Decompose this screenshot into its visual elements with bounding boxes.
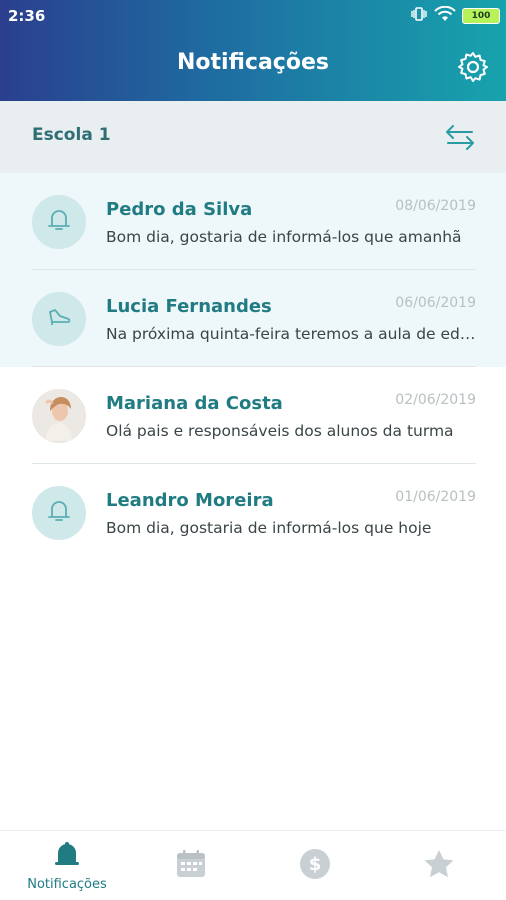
tab-notifications[interactable]: Notificações [4, 831, 130, 900]
calendar-icon [175, 849, 207, 883]
avatar [32, 486, 86, 540]
sender-name: Lucia Fernandes [106, 296, 272, 317]
battery-indicator: 100 [462, 8, 500, 24]
notification-preview: Olá pais e responsáveis dos alunos da tu… [106, 422, 454, 440]
sender-name: Pedro da Silva [106, 199, 253, 220]
vibrate-icon [410, 6, 428, 26]
notification-date: 01/06/2019 [395, 489, 476, 505]
bell-outline-icon [46, 209, 72, 235]
notification-item[interactable]: Lucia Fernandes 06/06/2019 Na próxima qu… [0, 270, 506, 367]
bottom-nav: Notificações $ [0, 830, 506, 900]
gear-icon [456, 52, 490, 88]
svg-text:$: $ [309, 854, 322, 875]
bell-outline-icon [46, 500, 72, 526]
avatar [32, 292, 86, 346]
notification-list: Pedro da Silva 08/06/2019 Bom dia, gosta… [0, 173, 506, 561]
avatar [32, 195, 86, 249]
notification-item[interactable]: Leandro Moreira 01/06/2019 Bom dia, gost… [0, 464, 506, 561]
notification-item[interactable]: Mariana da Costa 02/06/2019 Olá pais e r… [0, 367, 506, 464]
star-icon [423, 849, 455, 883]
sender-name: Mariana da Costa [106, 393, 283, 414]
notification-preview: Bom dia, gostaria de informá-los que hoj… [106, 519, 432, 537]
shoe-icon [46, 306, 72, 332]
tab-label: Notificações [27, 876, 107, 892]
status-time: 2:36 [8, 7, 46, 25]
tab-calendar[interactable] [128, 831, 254, 900]
school-name: Escola 1 [32, 125, 111, 145]
status-icons: 100 [410, 5, 500, 26]
notification-preview: Na próxima quinta-feira teremos a aula d… [106, 325, 478, 343]
wifi-icon [434, 5, 456, 26]
notification-preview: Bom dia, gostaria de informá-los que ama… [106, 228, 462, 246]
sender-name: Leandro Moreira [106, 490, 274, 511]
notification-date: 02/06/2019 [395, 392, 476, 408]
tab-finance[interactable]: $ [252, 831, 378, 900]
dollar-icon: $ [299, 848, 331, 884]
bell-icon [52, 841, 82, 873]
notification-item[interactable]: Pedro da Silva 08/06/2019 Bom dia, gosta… [0, 173, 506, 270]
swap-icon[interactable] [444, 123, 476, 151]
status-bar: 2:36 100 [0, 0, 506, 32]
avatar [32, 389, 86, 443]
school-selector[interactable]: Escola 1 [0, 101, 506, 173]
notification-date: 08/06/2019 [395, 198, 476, 214]
user-photo-icon [32, 389, 86, 443]
settings-button[interactable] [456, 50, 490, 84]
page-title: Notificações [177, 50, 329, 75]
app-header: 2:36 100 Notificações [0, 0, 506, 101]
notification-date: 06/06/2019 [395, 295, 476, 311]
tab-favorites[interactable] [376, 831, 502, 900]
